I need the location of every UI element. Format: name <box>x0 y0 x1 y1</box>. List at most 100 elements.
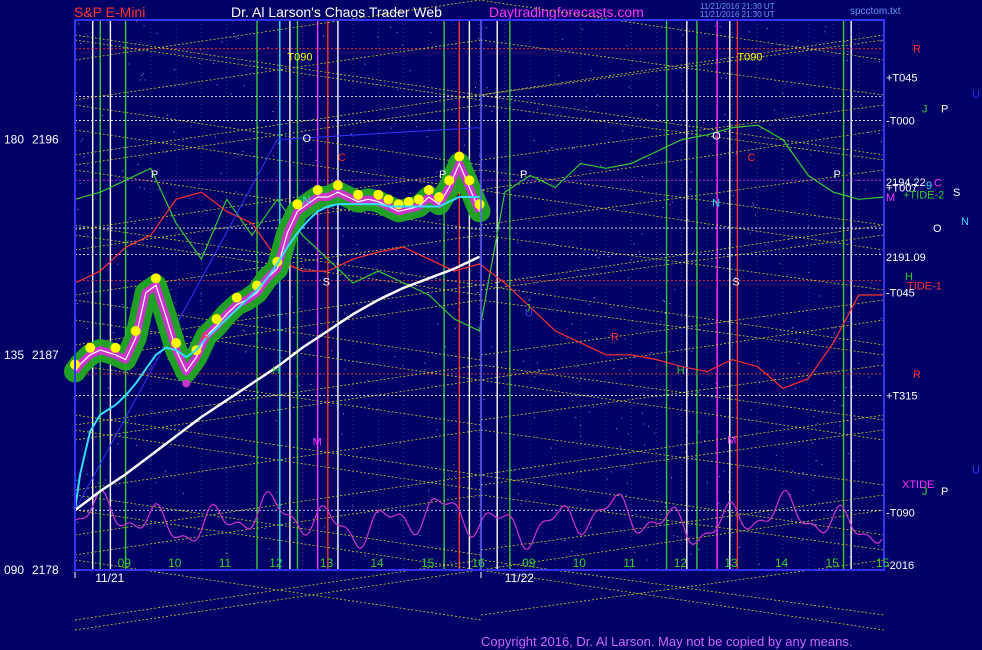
x-tick-label: 14 <box>775 556 789 570</box>
xtide-oscillator <box>74 489 883 550</box>
x-tick-label: 15 <box>825 556 839 570</box>
background-dot <box>267 47 269 49</box>
background-dot <box>660 320 662 322</box>
background-dot <box>714 25 716 27</box>
background-dot <box>529 298 531 300</box>
background-dot <box>348 395 350 397</box>
background-dot <box>143 25 145 27</box>
background-dot <box>715 382 717 384</box>
background-dot <box>343 413 344 415</box>
background-dot <box>626 482 628 484</box>
background-dot <box>634 177 636 178</box>
background-dot <box>137 164 139 166</box>
background-dot <box>639 49 641 51</box>
background-dot <box>650 351 652 353</box>
background-dot <box>635 513 637 515</box>
background-dot <box>278 142 279 144</box>
background-dot <box>580 435 582 437</box>
background-dot <box>868 131 870 133</box>
background-dot <box>566 337 568 339</box>
background-dot <box>791 327 793 329</box>
background-dot <box>117 177 119 179</box>
background-dot <box>545 543 547 545</box>
background-dot <box>479 154 481 156</box>
background-dot <box>808 225 810 227</box>
background-dot <box>76 479 78 481</box>
background-dot <box>613 368 615 369</box>
background-dot <box>167 114 169 116</box>
background-dot <box>155 482 157 484</box>
background-dot <box>821 398 823 400</box>
background-dot <box>486 87 488 89</box>
plot-letter: M <box>313 437 322 449</box>
x-tick-label: 15 <box>876 556 890 570</box>
background-dot <box>815 460 817 462</box>
background-dot <box>158 189 160 191</box>
background-dot <box>812 519 814 521</box>
background-dot <box>857 179 859 181</box>
right-label: J <box>922 103 928 115</box>
x-tick-label: 13 <box>724 556 738 570</box>
background-dot <box>551 147 553 149</box>
background-dot <box>802 472 804 474</box>
background-dot <box>849 556 851 558</box>
background-dot <box>767 514 769 516</box>
background-dot <box>141 74 143 76</box>
x-tick-label: 16 <box>472 556 486 570</box>
background-dot <box>421 182 423 184</box>
background-dot <box>575 416 577 418</box>
background-dot <box>790 509 792 511</box>
chart-canvas: 180 2196135 2187090 21782194.222191.09R+T04… <box>4 0 980 631</box>
x-tick-label: 13 <box>320 556 334 570</box>
background-dot <box>428 490 430 492</box>
background-dot <box>323 35 325 37</box>
background-dot <box>845 386 847 388</box>
background-dot <box>782 374 784 376</box>
background-dot <box>436 111 438 113</box>
background-dot <box>290 142 292 144</box>
background-dot <box>584 332 586 334</box>
background-dot <box>750 409 752 411</box>
background-dot <box>419 535 421 537</box>
background-dot <box>204 209 206 211</box>
background-dot <box>821 464 823 466</box>
plot-letter: H <box>272 365 280 377</box>
background-dot <box>377 409 379 411</box>
background-dot <box>367 379 369 381</box>
background-dot <box>808 271 810 273</box>
background-dot <box>726 77 727 79</box>
background-dot <box>477 292 478 294</box>
price-point <box>292 199 303 210</box>
background-dot <box>436 429 438 431</box>
right-label: U <box>972 465 980 477</box>
background-dot <box>860 104 862 106</box>
background-dot <box>664 300 665 302</box>
background-dot <box>669 204 671 206</box>
background-dot <box>833 326 835 328</box>
background-dot <box>546 152 548 154</box>
background-dot <box>356 243 358 245</box>
background-dot <box>594 297 595 298</box>
background-dot <box>817 129 819 131</box>
background-dot <box>368 404 370 406</box>
background-dot <box>634 356 636 358</box>
background-dot <box>696 195 698 196</box>
background-dot <box>798 362 800 364</box>
right-label: R <box>913 369 921 381</box>
background-dot <box>811 394 813 396</box>
background-dot <box>598 257 600 259</box>
background-dot <box>194 232 196 233</box>
background-dot <box>143 188 145 190</box>
background-dot <box>657 105 659 106</box>
background-dot <box>510 433 512 435</box>
plot-letter: O <box>303 133 312 145</box>
background-dot <box>119 434 121 436</box>
price-point <box>393 199 404 210</box>
background-dot <box>174 302 176 304</box>
background-dot <box>177 524 179 526</box>
background-dot <box>77 522 79 524</box>
background-dot <box>571 148 573 150</box>
background-dot <box>198 529 200 530</box>
background-dot <box>179 283 181 285</box>
background-dot <box>677 536 679 538</box>
